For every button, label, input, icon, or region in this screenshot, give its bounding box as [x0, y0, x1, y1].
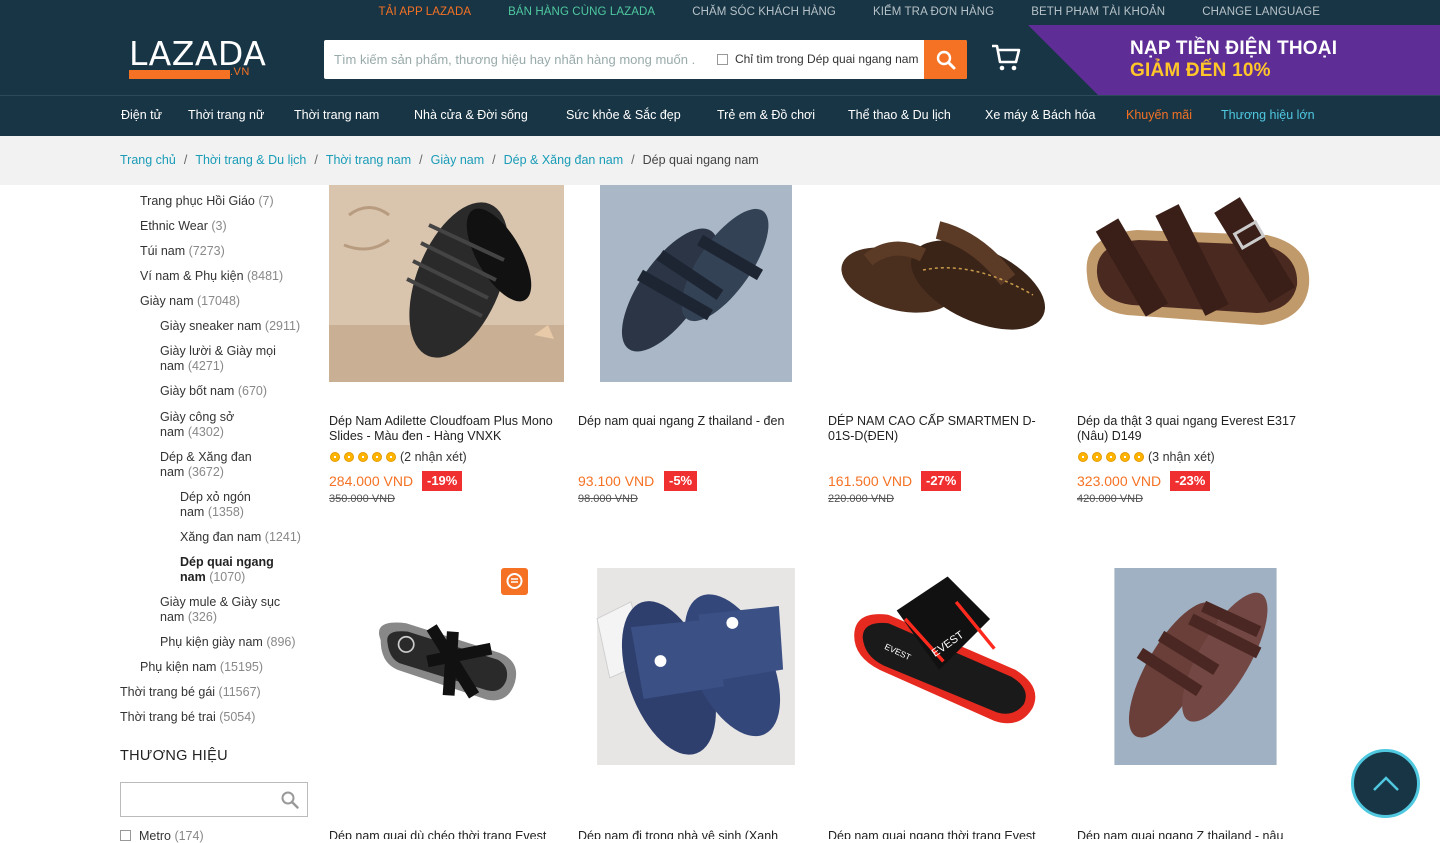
discount-badge: -5% — [664, 471, 698, 491]
old-price: 98.000 VND — [578, 493, 638, 505]
product-rating: (3 nhận xét) — [1078, 450, 1215, 464]
product-title[interactable]: DÉP NAM CAO CẤP SMARTMEN D-01S-D(ĐEN) — [828, 414, 1053, 444]
sidebar-category[interactable]: Dép xỏ ngón nam (1358) — [180, 490, 262, 520]
product-rating: (2 nhận xét) — [330, 450, 467, 464]
sidebar-category-active[interactable]: Dép quai ngang nam (1070) — [180, 555, 290, 585]
top-utility-bar: TẢI APP LAZADA BÁN HÀNG CÙNG LAZADA CHĂM… — [0, 0, 1440, 25]
product-image[interactable] — [579, 568, 813, 765]
sidebar-category[interactable]: Thời trang bé trai (5054) — [120, 710, 310, 725]
product-title[interactable]: Dép nam đi trong nhà vệ sinh (Xanh — [578, 829, 818, 839]
brand-filter-item[interactable]: Metro (174) — [120, 829, 204, 843]
search-input[interactable] — [324, 40, 704, 79]
nav-electronics[interactable]: Điện tử — [121, 108, 162, 122]
sidebar-category[interactable]: Xăng đan nam (1241) — [180, 530, 310, 545]
search-button[interactable] — [924, 40, 967, 79]
nav-men-fashion[interactable]: Thời trang nam — [294, 108, 379, 122]
product-image[interactable] — [329, 568, 564, 765]
nav-home-living[interactable]: Nhà cửa & Đời sống — [414, 108, 528, 122]
sidebar-category[interactable]: Giày công sở nam (4302) — [160, 410, 252, 440]
sidebar-category[interactable]: Giày bốt nam (670) — [160, 384, 310, 399]
category-nav: Điện tử Thời trang nữ Thời trang nam Nhà… — [0, 95, 1440, 136]
product-price: 284.000 VND — [329, 473, 414, 489]
brand-search-input[interactable] — [120, 782, 308, 817]
sidebar-category[interactable]: Giày nam (17048) — [140, 294, 310, 309]
sidebar-category[interactable]: Ví nam & Phụ kiện (8481) — [140, 269, 310, 284]
sidebar-category[interactable]: Thời trang bé gái (11567) — [120, 685, 310, 700]
nav-kids-toys[interactable]: Trẻ em & Đồ chơi — [717, 108, 815, 122]
sidebar-category[interactable]: Trang phục Hồi Giáo (7) — [140, 194, 310, 209]
discount-badge: -27% — [921, 471, 962, 491]
old-price: 420.000 VND — [1077, 493, 1144, 505]
sidebar-category[interactable]: Ethnic Wear (3) — [140, 219, 310, 234]
rating-stars — [1078, 450, 1148, 464]
topbar-link-account[interactable]: BETH PHAM TÀI KHOẢN — [1031, 0, 1165, 25]
product-image[interactable] — [1077, 185, 1312, 382]
search-scope-label: Chỉ tìm trong Dép quai ngang nam — [735, 52, 919, 66]
sidebar-category[interactable]: Phụ kiện giày nam (896) — [160, 635, 310, 650]
promo-line2: GIẢM ĐẾN 10% — [1130, 60, 1271, 81]
header: LAZADA .VN Chỉ tìm trong Dép quai ngang … — [0, 25, 1440, 95]
breadcrumb-current: Dép quai ngang nam — [642, 153, 759, 167]
old-price: 220.000 VND — [828, 493, 895, 505]
product-title[interactable]: Dép nam quai ngang thời trang Evest — [828, 829, 1068, 839]
brand-filter-title: THƯƠNG HIỆU — [120, 748, 228, 764]
breadcrumb-fashion-travel[interactable]: Thời trang & Du lịch — [195, 153, 306, 167]
topbar-link-sell[interactable]: BÁN HÀNG CÙNG LAZADA — [508, 0, 655, 25]
cart-icon — [992, 44, 1021, 71]
logo-text: LAZADA — [129, 34, 267, 73]
sidebar-category[interactable]: Giày lười & Giày mọi nam (4271) — [160, 344, 292, 374]
breadcrumb-sandals[interactable]: Dép & Xăng đan nam — [504, 153, 624, 167]
nav-promotions[interactable]: Khuyến mãi — [1126, 108, 1192, 122]
sidebar-category[interactable]: Giày mule & Giày sục nam (326) — [160, 595, 295, 625]
nav-health-beauty[interactable]: Sức khỏe & Sắc đẹp — [566, 108, 681, 122]
search-icon — [936, 50, 955, 69]
cart-button[interactable] — [990, 42, 1024, 76]
sidebar-category[interactable]: Giày sneaker nam (2911) — [160, 319, 310, 334]
promo-banner[interactable]: NẠP TIỀN ĐIỆN THOẠI GIẢM ĐẾN 10% — [1028, 25, 1440, 95]
sidebar-category[interactable]: Túi nam (7273) — [140, 244, 310, 259]
back-to-top-button[interactable] — [1351, 749, 1420, 818]
product-price: 161.500 VND — [828, 473, 913, 489]
sidebar-category[interactable]: Dép & Xăng đan nam (3672) — [160, 450, 260, 480]
product-image[interactable] — [600, 185, 792, 382]
promo-line1: NẠP TIỀN ĐIỆN THOẠI — [1130, 38, 1338, 59]
search-bar: Chỉ tìm trong Dép quai ngang nam — [324, 40, 967, 79]
product-price: 93.100 VND — [578, 473, 655, 489]
product-image[interactable]: EVEST EVEST — [828, 568, 1063, 765]
breadcrumb-men-shoes[interactable]: Giày nam — [431, 153, 485, 167]
search-scope-checkbox[interactable] — [717, 54, 728, 65]
chat-badge-icon[interactable] — [501, 568, 528, 595]
logo-bar — [129, 70, 230, 79]
old-price: 350.000 VND — [329, 493, 396, 505]
nav-big-brands[interactable]: Thương hiệu lớn — [1221, 108, 1315, 122]
breadcrumb-home[interactable]: Trang chủ — [120, 153, 176, 167]
product-title[interactable]: Dép nam quai ngang Z thailand - đen — [578, 414, 818, 429]
topbar-link-care[interactable]: CHĂM SÓC KHÁCH HÀNG — [692, 0, 836, 25]
discount-badge: -19% — [422, 471, 463, 491]
lazada-logo[interactable]: LAZADA .VN — [129, 34, 267, 81]
search-icon — [281, 791, 299, 809]
nav-motor-grocery[interactable]: Xe máy & Bách hóa — [985, 108, 1095, 122]
breadcrumb: Trang chủ / Thời trang & Du lịch / Thời tran… — [0, 136, 1440, 185]
nav-sports-travel[interactable]: Thể thao & Du lịch — [848, 108, 951, 122]
logo-suffix: .VN — [230, 66, 250, 78]
breadcrumb-men-fashion[interactable]: Thời trang nam — [326, 153, 411, 167]
topbar-link-orders[interactable]: KIỂM TRA ĐƠN HÀNG — [873, 0, 994, 25]
chevron-up-icon — [1372, 775, 1399, 791]
brand-checkbox[interactable] — [120, 830, 131, 841]
product-image[interactable] — [1100, 568, 1291, 765]
rating-stars — [330, 450, 400, 464]
discount-badge: -23% — [1170, 471, 1211, 491]
product-image[interactable] — [329, 185, 564, 382]
product-title[interactable]: Dép nam quai dù chéo thời trang Evest — [329, 829, 569, 839]
topbar-link-language[interactable]: CHANGE LANGUAGE — [1202, 0, 1320, 25]
product-title[interactable]: Dép nam quai ngang Z thailand - nâu — [1077, 829, 1317, 839]
product-title[interactable]: Dép Nam Adilette Cloudfoam Plus Mono Sli… — [329, 414, 569, 444]
product-price: 323.000 VND — [1077, 473, 1162, 489]
product-title[interactable]: Dép da thật 3 quai ngang Everest E317 (N… — [1077, 414, 1312, 444]
topbar-link-app[interactable]: TẢI APP LAZADA — [379, 0, 472, 25]
nav-women-fashion[interactable]: Thời trang nữ — [188, 108, 264, 122]
product-image[interactable] — [828, 185, 1063, 382]
sidebar-category[interactable]: Phụ kiện nam (15195) — [140, 660, 310, 675]
